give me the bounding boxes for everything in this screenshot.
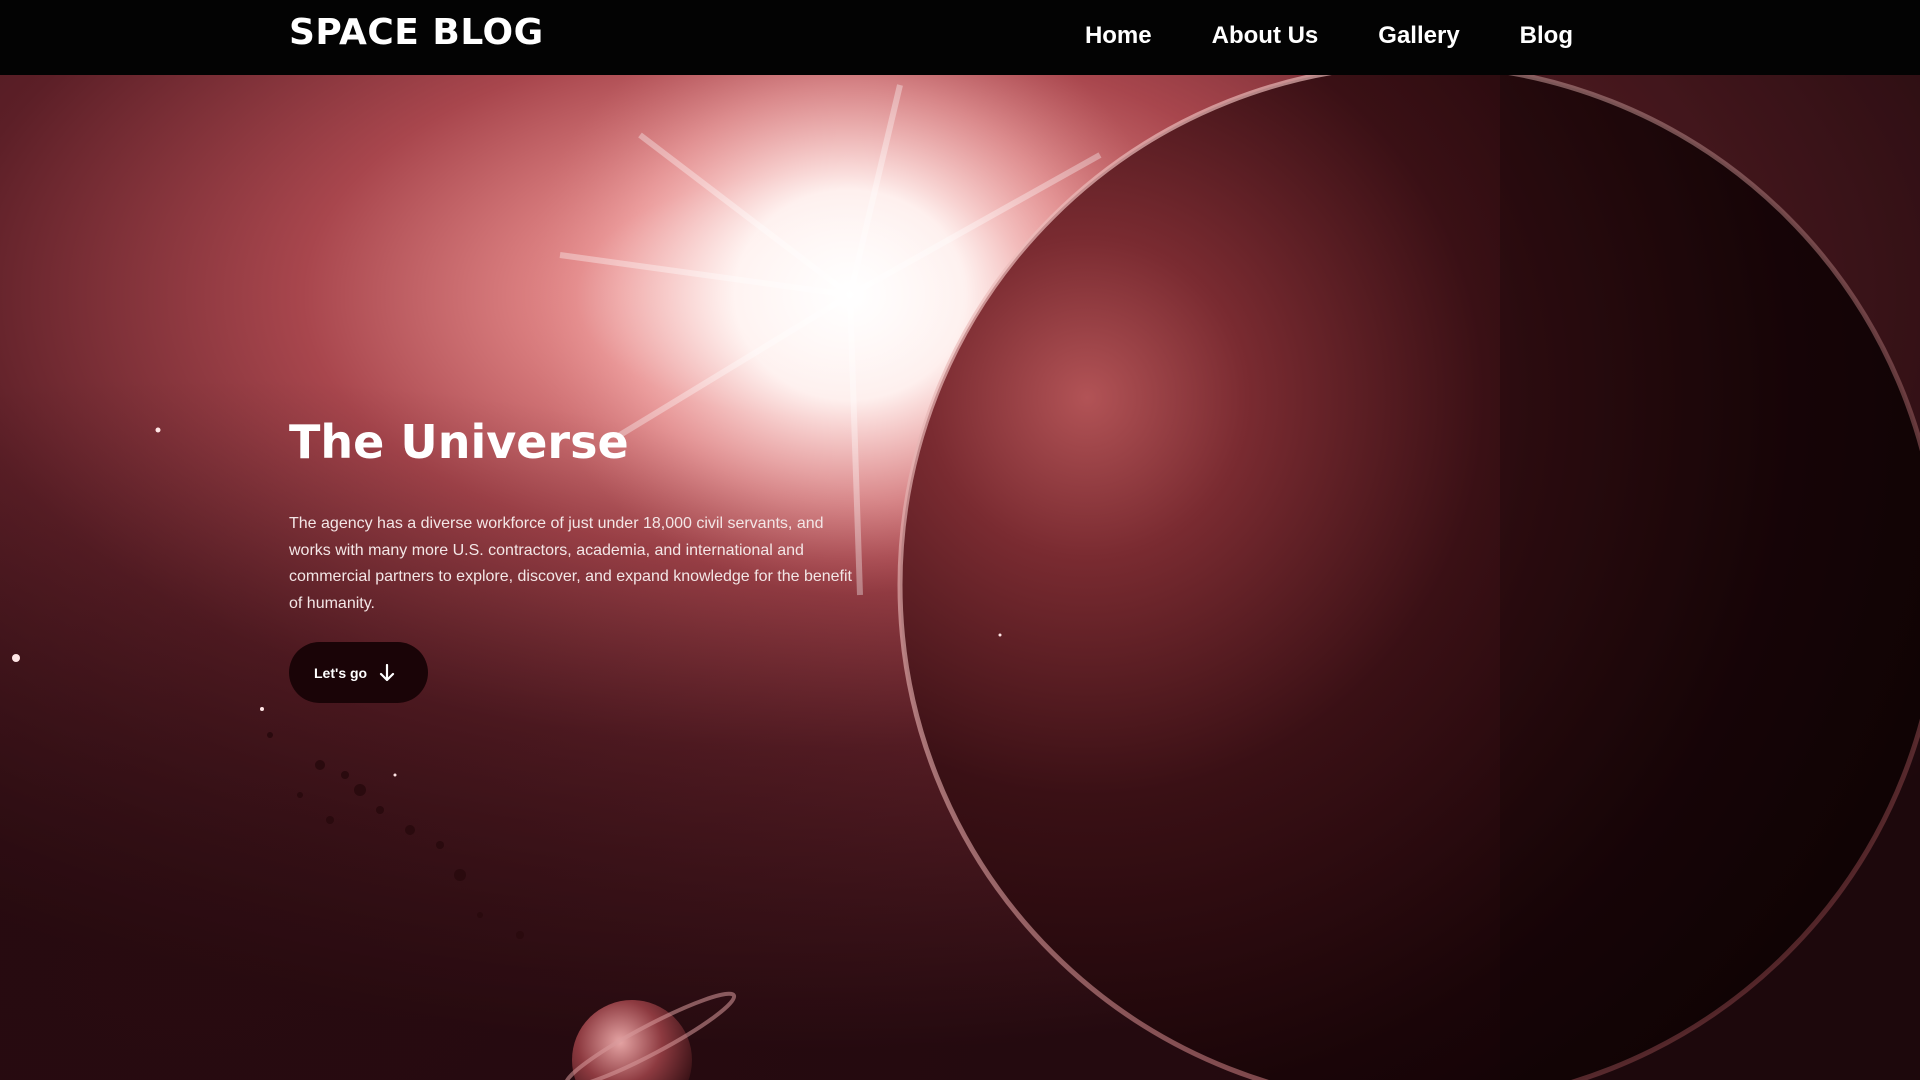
nav-item-blog[interactable]: Blog [1520, 22, 1573, 50]
nav-item-home[interactable]: Home [1085, 22, 1152, 50]
nav-item-about-us[interactable]: About Us [1212, 22, 1319, 50]
hero-description: The agency has a diverse workforce of ju… [289, 515, 852, 612]
hero-content: The Universe The agency has a diverse wo… [289, 415, 869, 703]
arrow-down-icon [380, 663, 395, 681]
page: SPACE BLOG Home About Us Gallery Blog Th… [0, 0, 1920, 1080]
main-nav: Home About Us Gallery Blog [1025, 22, 1573, 50]
site-logo[interactable]: SPACE BLOG [289, 12, 544, 53]
lets-go-button[interactable]: Let's go [289, 642, 429, 703]
hero-background-image [0, 75, 1920, 1080]
hero-title: The Universe [289, 415, 629, 469]
top-navbar: SPACE BLOG Home About Us Gallery Blog [0, 0, 1920, 75]
hero-section: The Universe The agency has a diverse wo… [0, 75, 1920, 1080]
lets-go-button-label: Let's go [314, 664, 368, 681]
nav-item-gallery[interactable]: Gallery [1378, 22, 1459, 50]
